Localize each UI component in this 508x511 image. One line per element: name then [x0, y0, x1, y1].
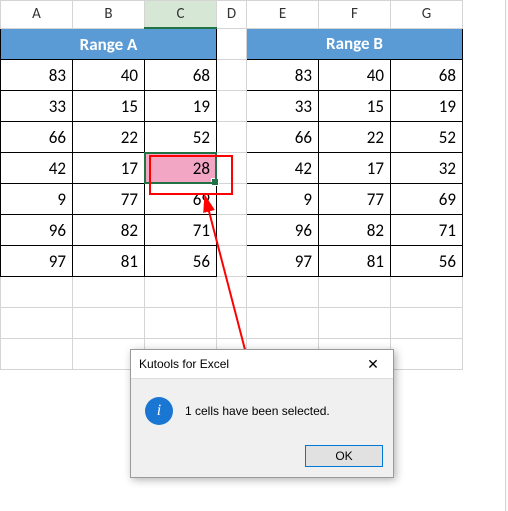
range-a-cell[interactable]: 83	[1, 60, 73, 91]
range-b-cell[interactable]: 33	[247, 91, 319, 122]
cell-gap[interactable]	[217, 28, 247, 60]
cell-gap[interactable]	[217, 122, 247, 153]
close-button[interactable]: ✕	[353, 350, 393, 378]
ok-button[interactable]: OK	[305, 445, 383, 467]
empty-cell[interactable]	[247, 277, 319, 308]
range-b-cell[interactable]: 40	[319, 60, 391, 91]
range-b-cell[interactable]: 68	[391, 60, 463, 91]
empty-cell[interactable]	[217, 277, 247, 308]
cell-gap[interactable]	[217, 60, 247, 91]
range-b-cell[interactable]: 69	[391, 184, 463, 215]
range-b-cell[interactable]: 42	[247, 153, 319, 184]
empty-cell[interactable]	[145, 308, 217, 339]
range-b-cell[interactable]: 56	[391, 246, 463, 277]
range-a-cell[interactable]: 96	[1, 215, 73, 246]
empty-cell[interactable]	[1, 308, 73, 339]
range-a-cell[interactable]: 56	[145, 246, 217, 277]
col-header-E[interactable]: E	[247, 1, 319, 29]
info-icon: i	[145, 397, 173, 425]
range-a-cell[interactable]: 52	[145, 122, 217, 153]
col-header-B[interactable]: B	[73, 1, 145, 29]
cell-gap[interactable]	[217, 184, 247, 215]
dialog-message: 1 cells have been selected.	[185, 404, 330, 418]
empty-cell[interactable]	[217, 308, 247, 339]
range-b-cell[interactable]: 52	[391, 122, 463, 153]
range-a-cell[interactable]: 22	[73, 122, 145, 153]
range-b-cell[interactable]: 71	[391, 215, 463, 246]
cell-gap[interactable]	[217, 153, 247, 184]
empty-cell[interactable]	[73, 308, 145, 339]
empty-cell[interactable]	[1, 339, 73, 370]
range-a-cell[interactable]: 97	[1, 246, 73, 277]
range-a-cell[interactable]: 77	[73, 184, 145, 215]
range-b-cell[interactable]: 22	[319, 122, 391, 153]
range-b-cell[interactable]: 97	[247, 246, 319, 277]
range-a-cell[interactable]: 71	[145, 215, 217, 246]
empty-cell[interactable]	[247, 308, 319, 339]
empty-cell[interactable]	[73, 277, 145, 308]
range-a-cell[interactable]: 9	[1, 184, 73, 215]
range-b-cell[interactable]: 82	[319, 215, 391, 246]
col-header-C[interactable]: C	[145, 1, 217, 29]
range-b-header[interactable]: Range B	[247, 28, 463, 60]
col-header-D[interactable]: D	[217, 1, 247, 29]
range-a-cell[interactable]: 68	[145, 60, 217, 91]
empty-cell[interactable]	[391, 277, 463, 308]
col-header-A[interactable]: A	[1, 1, 73, 29]
spreadsheet-grid[interactable]: ABCDEFG Range ARange B834068834068331519…	[0, 0, 463, 370]
empty-cell[interactable]	[319, 308, 391, 339]
close-icon: ✕	[367, 356, 379, 373]
range-a-header[interactable]: Range A	[1, 28, 217, 60]
message-dialog: Kutools for Excel ✕ i 1 cells have been …	[130, 349, 394, 478]
empty-cell[interactable]	[391, 339, 463, 370]
empty-cell[interactable]	[391, 308, 463, 339]
range-a-cell[interactable]: 17	[73, 153, 145, 184]
range-b-cell[interactable]: 81	[319, 246, 391, 277]
range-b-cell[interactable]: 77	[319, 184, 391, 215]
range-b-cell[interactable]: 83	[247, 60, 319, 91]
dialog-title: Kutools for Excel	[139, 357, 353, 371]
range-b-cell[interactable]: 9	[247, 184, 319, 215]
dialog-titlebar[interactable]: Kutools for Excel ✕	[131, 350, 393, 379]
range-b-cell[interactable]: 96	[247, 215, 319, 246]
empty-cell[interactable]	[319, 277, 391, 308]
range-a-cell[interactable]: 81	[73, 246, 145, 277]
cell-gap[interactable]	[217, 215, 247, 246]
range-a-cell[interactable]: 33	[1, 91, 73, 122]
col-header-G[interactable]: G	[391, 1, 463, 29]
range-a-cell[interactable]: 28	[145, 153, 217, 184]
range-a-cell[interactable]: 42	[1, 153, 73, 184]
range-a-cell[interactable]: 15	[73, 91, 145, 122]
range-b-cell[interactable]: 32	[391, 153, 463, 184]
empty-cell[interactable]	[145, 277, 217, 308]
range-b-cell[interactable]: 19	[391, 91, 463, 122]
range-a-cell[interactable]: 69	[145, 184, 217, 215]
range-b-cell[interactable]: 15	[319, 91, 391, 122]
col-header-F[interactable]: F	[319, 1, 391, 29]
range-a-cell[interactable]: 40	[73, 60, 145, 91]
range-a-cell[interactable]: 66	[1, 122, 73, 153]
range-b-cell[interactable]: 66	[247, 122, 319, 153]
cell-gap[interactable]	[217, 91, 247, 122]
range-a-cell[interactable]: 82	[73, 215, 145, 246]
empty-cell[interactable]	[1, 277, 73, 308]
range-a-cell[interactable]: 19	[145, 91, 217, 122]
range-b-cell[interactable]: 17	[319, 153, 391, 184]
cell-gap[interactable]	[217, 246, 247, 277]
